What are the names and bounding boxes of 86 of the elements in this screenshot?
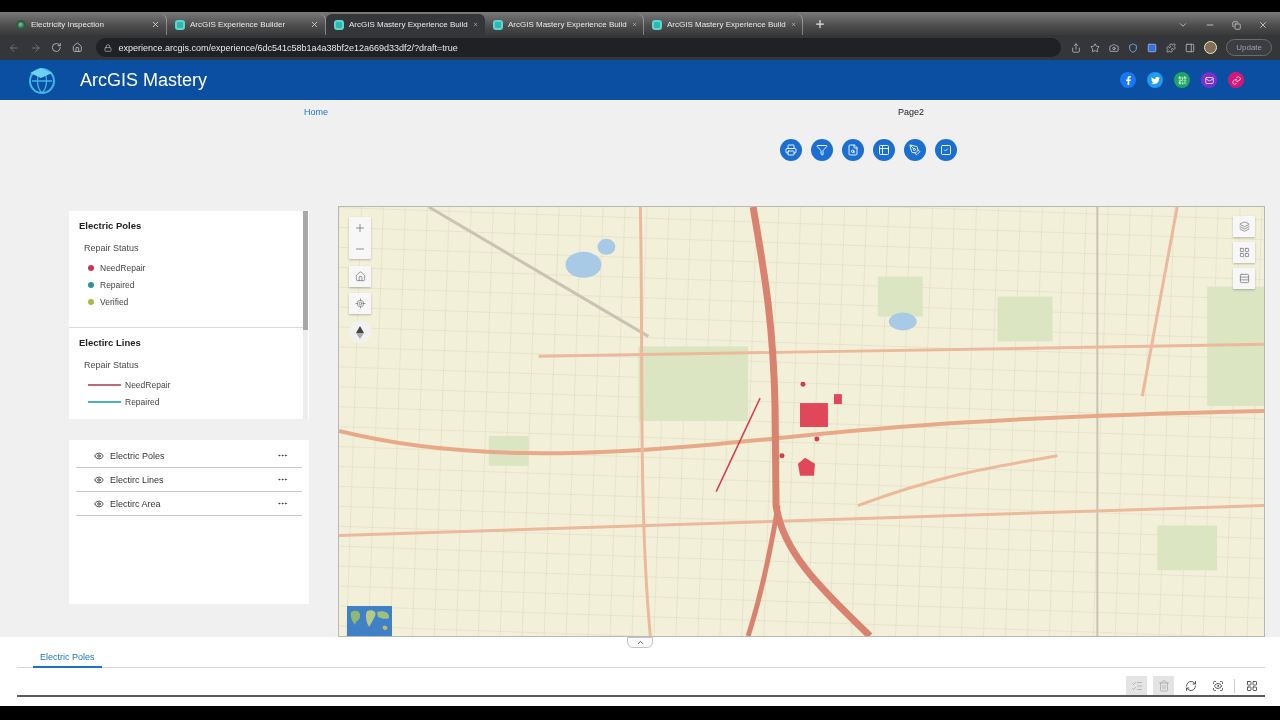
forward-icon[interactable] xyxy=(29,41,42,54)
nav-link[interactable]: Page2 xyxy=(898,107,925,117)
square-icon[interactable] xyxy=(1147,42,1158,53)
legend-field-label: Repair Status xyxy=(84,359,140,371)
home-icon xyxy=(354,271,366,282)
list-check-icon xyxy=(1130,679,1143,692)
legend-field-label: Repair Status xyxy=(84,242,140,254)
share-icon[interactable] xyxy=(1071,42,1082,53)
layer-row[interactable]: Electirc Area xyxy=(76,492,302,516)
facebook-icon[interactable] xyxy=(1120,72,1136,88)
app-icon xyxy=(334,19,344,30)
plus-icon xyxy=(354,221,366,234)
new-tab-icon[interactable] xyxy=(814,18,826,30)
legend-label: Repaired xyxy=(100,280,135,290)
eye-icon[interactable] xyxy=(94,450,104,461)
layer-row[interactable]: Electric Poles xyxy=(76,444,302,468)
legend-label: Repaired xyxy=(125,397,160,407)
puzzle-icon[interactable] xyxy=(1166,42,1177,53)
shield-icon[interactable] xyxy=(1128,42,1139,53)
app-icon xyxy=(652,19,662,30)
grid-icon xyxy=(1238,247,1250,258)
sidebar-icon[interactable] xyxy=(1185,42,1196,53)
close-icon[interactable] xyxy=(631,20,637,29)
lock-icon xyxy=(104,43,113,52)
star-icon[interactable] xyxy=(1090,42,1101,53)
close-icon[interactable] xyxy=(1258,20,1268,30)
legend-layer-title: Electric Poles xyxy=(79,220,143,232)
legend-label: Verified xyxy=(100,297,129,307)
restore-icon[interactable] xyxy=(1232,20,1241,30)
compass-icon xyxy=(356,325,364,339)
query-button[interactable] xyxy=(842,139,864,161)
locate-button[interactable] xyxy=(349,293,371,314)
pen-icon xyxy=(909,144,921,156)
globe-icon xyxy=(16,19,26,30)
basemap-button[interactable] xyxy=(1233,242,1255,263)
reload-icon[interactable] xyxy=(51,42,62,53)
nav-link[interactable]: Home xyxy=(304,107,328,117)
home-icon[interactable] xyxy=(71,42,83,53)
close-icon[interactable] xyxy=(310,20,319,29)
chevron-up-icon xyxy=(635,638,645,647)
close-icon[interactable] xyxy=(790,20,796,29)
refresh-icon xyxy=(1184,679,1197,692)
eye-icon[interactable] xyxy=(94,498,104,509)
trash-icon xyxy=(1157,679,1170,692)
collapse-handle[interactable] xyxy=(627,637,653,648)
app-title: ArcGIS Mastery xyxy=(80,69,208,91)
print-button[interactable] xyxy=(780,139,802,161)
printer-icon xyxy=(785,144,797,156)
close-icon[interactable] xyxy=(472,20,478,29)
legend-label: NeedRepair xyxy=(100,263,146,273)
eye-icon xyxy=(1211,679,1224,692)
legend-label: NeedRepair xyxy=(125,380,171,390)
avatar-icon[interactable] xyxy=(1204,41,1218,54)
address-field[interactable]: experience.arcgis.com/experience/6dc541c58b1a4a38bf2e12a669d33df2/?draft=true xyxy=(96,38,1062,57)
scrollbar-track[interactable] xyxy=(303,211,308,419)
chevron-down-icon[interactable] xyxy=(1178,20,1188,30)
table-icon xyxy=(878,144,890,156)
eye-icon[interactable] xyxy=(94,474,104,485)
table-button[interactable] xyxy=(1233,268,1255,289)
world-map-drawing[interactable] xyxy=(347,606,392,636)
check-button[interactable] xyxy=(935,139,957,161)
close-icon[interactable] xyxy=(151,20,160,29)
scrollbar-thumb[interactable] xyxy=(303,211,308,330)
qr-code-icon[interactable] xyxy=(1174,72,1190,88)
update-button[interactable]: Update xyxy=(1226,39,1272,56)
rows-icon xyxy=(1238,273,1250,284)
filter-button[interactable] xyxy=(811,139,833,161)
link-icon[interactable] xyxy=(1228,72,1244,88)
grid-icon xyxy=(1245,679,1258,692)
browser-tab[interactable]: ArcGIS Mastery Experience Build xyxy=(326,14,485,35)
check-square-icon xyxy=(940,144,952,156)
edit-button[interactable] xyxy=(904,139,926,161)
funnel-icon xyxy=(816,144,828,156)
layer-row[interactable]: Electirc Lines xyxy=(76,468,302,492)
twitter-icon[interactable] xyxy=(1147,72,1163,88)
mail-icon[interactable] xyxy=(1201,72,1217,88)
table-button[interactable] xyxy=(873,139,895,161)
layers-icon xyxy=(1238,221,1250,232)
camera-icon[interactable] xyxy=(1109,42,1120,53)
crosshair-icon xyxy=(354,298,366,309)
home-button[interactable] xyxy=(349,266,371,287)
legend-layer-title: Electirc Lines xyxy=(79,337,142,349)
app-icon xyxy=(493,19,503,30)
app-icon xyxy=(175,19,185,30)
file-search-icon xyxy=(847,144,859,156)
table-tab[interactable]: Electric Poles xyxy=(33,638,102,668)
